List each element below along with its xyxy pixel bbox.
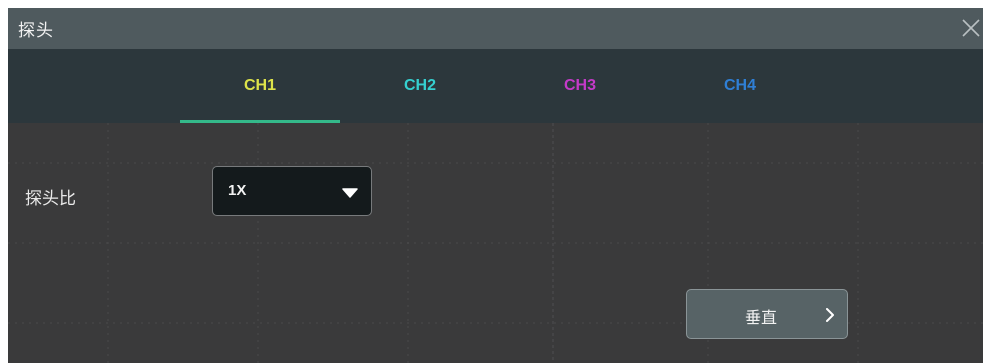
- tab-ch3[interactable]: CH3: [500, 49, 660, 123]
- dialog-title: 探头: [18, 21, 54, 41]
- vertical-button[interactable]: 垂直: [686, 289, 848, 339]
- tab-ch1-label: CH1: [243, 77, 276, 94]
- tab-ch2[interactable]: CH2: [340, 49, 500, 123]
- probe-ratio-label: 探头比: [25, 189, 76, 209]
- chevron-right-icon: [825, 307, 835, 326]
- channel-tabbar: CH1 CH2 CH3 CH4: [8, 49, 983, 123]
- probe-ratio-select[interactable]: 1X: [212, 166, 372, 216]
- tab-ch3-label: CH3: [563, 77, 596, 94]
- probe-ratio-value: 1X: [228, 182, 247, 199]
- tab-ch4[interactable]: CH4: [660, 49, 820, 123]
- close-icon[interactable]: [959, 16, 983, 40]
- vertical-button-label: 垂直: [744, 308, 777, 327]
- tab-ch4-label: CH4: [723, 77, 756, 94]
- tab-ch2-label: CH2: [403, 77, 436, 94]
- probe-dialog: 探头 CH1 CH2 CH3 CH4 探头比 1X 垂直: [8, 8, 983, 363]
- tab-ch1[interactable]: CH1: [180, 49, 340, 123]
- dialog-content: 探头比 1X 垂直: [8, 123, 983, 363]
- caret-down-icon: [342, 184, 358, 203]
- dialog-titlebar: 探头: [8, 8, 983, 49]
